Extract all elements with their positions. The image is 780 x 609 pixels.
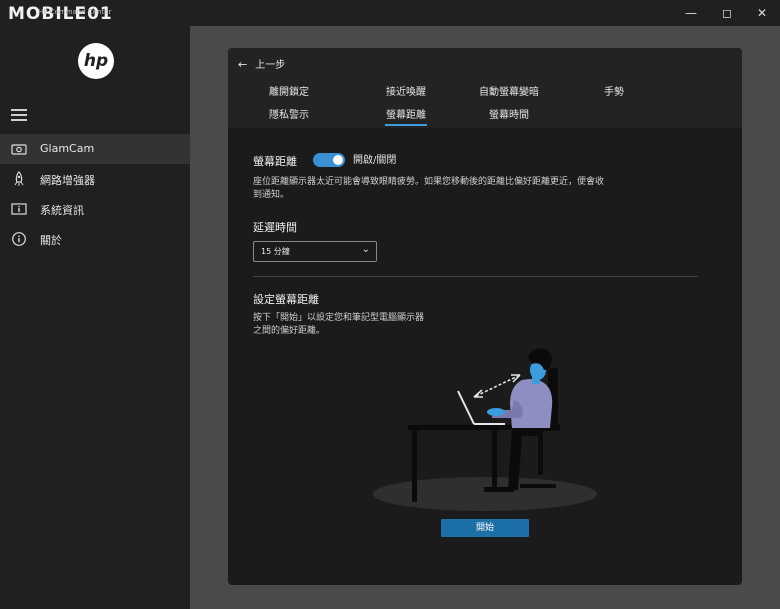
- camera-icon: [11, 141, 27, 157]
- screen-distance-title: 螢幕距離: [253, 155, 297, 168]
- minimize-icon[interactable]: —: [676, 3, 706, 23]
- delay-title: 延遲時間: [253, 221, 297, 234]
- rocket-icon: [11, 171, 27, 187]
- tab-screen-time[interactable]: 螢幕時間: [464, 106, 554, 121]
- sidebar-item-glamcam[interactable]: GlamCam: [0, 134, 190, 164]
- toggle-knob: [333, 155, 343, 165]
- back-button[interactable]: ← 上一步: [238, 56, 285, 71]
- hamburger-menu-icon[interactable]: [11, 109, 27, 121]
- back-label: 上一步: [255, 60, 286, 71]
- set-distance-text-2: 之間的偏好距離。: [253, 326, 326, 336]
- screen-distance-toggle[interactable]: [313, 153, 345, 167]
- tab-proximity-wake[interactable]: 接近喚醒: [361, 83, 451, 98]
- sidebar-item-about[interactable]: 關於: [0, 224, 190, 254]
- info-circle-icon: [11, 231, 27, 247]
- distance-illustration: [373, 348, 597, 511]
- app-title: HP Command Center: [38, 8, 112, 16]
- close-icon[interactable]: ✕: [747, 3, 777, 23]
- sidebar-item-label: 網路增強器: [40, 174, 95, 187]
- sidebar: [0, 26, 190, 609]
- screen-distance-description-1: 座位距離顯示器太近可能會導致眼睛疲勞。如果您移動後的距離比偏好距離更近，便會收: [253, 177, 605, 187]
- tab-auto-dim[interactable]: 自動螢幕變暗: [464, 83, 554, 98]
- start-button[interactable]: 開始: [441, 519, 529, 537]
- delay-select-value: 15 分鐘: [261, 247, 290, 256]
- set-distance-text-1: 按下「開始」以設定您和筆記型電腦顯示器: [253, 313, 425, 323]
- sidebar-item-label: 系統資訊: [40, 204, 84, 217]
- title-bar: MOBILE01 HP Command Center — ◻ ✕: [0, 0, 780, 26]
- sidebar-item-system-info[interactable]: 系統資訊: [0, 194, 190, 224]
- toggle-label: 開啟/關閉: [353, 155, 397, 166]
- delay-select[interactable]: 15 分鐘 ⌄: [253, 241, 377, 262]
- section-divider: [253, 276, 698, 277]
- hp-logo: hp: [78, 43, 114, 79]
- set-distance-title: 設定螢幕距離: [253, 293, 319, 306]
- maximize-icon[interactable]: ◻: [712, 3, 742, 23]
- chevron-down-icon: ⌄: [361, 244, 370, 255]
- tab-gestures[interactable]: 手勢: [569, 83, 659, 98]
- arrow-left-icon: ←: [238, 58, 248, 71]
- tab-away-lock[interactable]: 離開鎖定: [244, 83, 334, 98]
- card-header: ← 上一步 離開鎖定 接近喚醒 自動螢幕變暗 手勢 隱私警示 螢幕距離 螢幕時間: [228, 48, 742, 128]
- tab-privacy-alert[interactable]: 隱私警示: [244, 106, 334, 121]
- screen-distance-description-2: 到通知。: [253, 190, 290, 200]
- sidebar-item-label: GlamCam: [40, 142, 95, 155]
- tab-screen-distance[interactable]: 螢幕距離: [361, 106, 451, 126]
- sidebar-item-label: 關於: [40, 234, 62, 247]
- info-box-icon: [11, 201, 27, 217]
- sidebar-item-network-booster[interactable]: 網路增強器: [0, 164, 190, 194]
